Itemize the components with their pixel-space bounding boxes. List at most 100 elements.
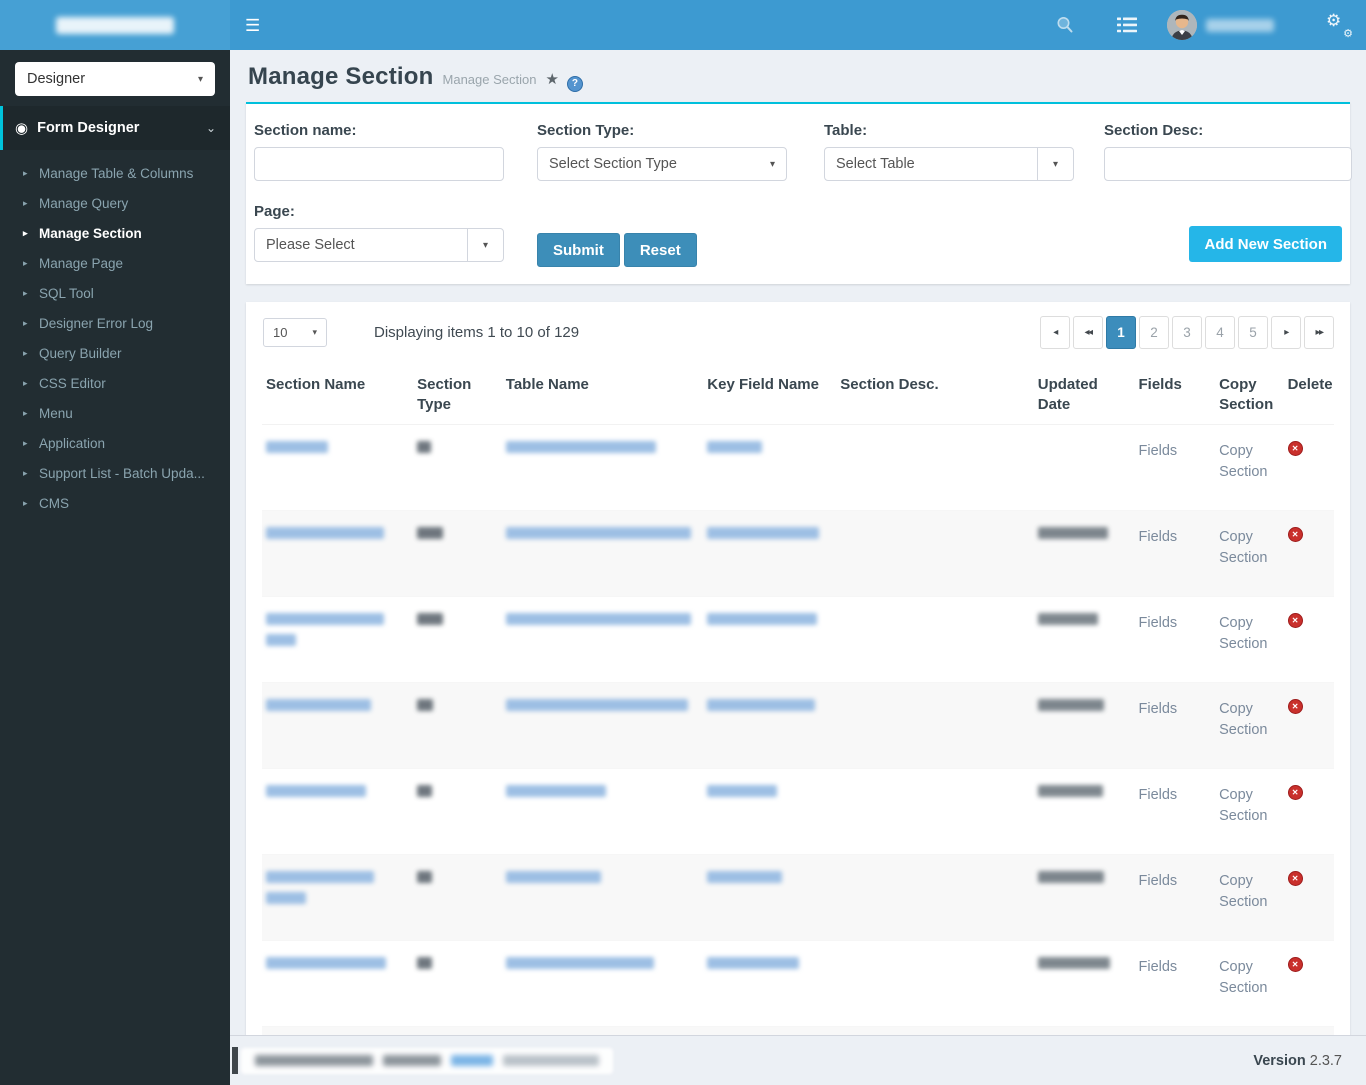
sidebar-item-manage-section[interactable]: ▸ Manage Section xyxy=(0,218,230,248)
module-select-value: Designer xyxy=(27,71,86,87)
prev-page-button[interactable]: ◂ xyxy=(1040,316,1070,349)
delete-icon[interactable]: ✕ xyxy=(1287,870,1303,886)
menu-arrow-icon: ▸ xyxy=(23,287,28,298)
copy-section-link[interactable]: Copy Section xyxy=(1219,959,1267,996)
section-desc-input[interactable] xyxy=(1104,147,1352,181)
user-menu[interactable] xyxy=(1167,10,1274,40)
fields-link[interactable]: Fields xyxy=(1138,615,1177,631)
cell-delete: ✕ xyxy=(1283,596,1334,683)
page-button-4[interactable]: 4 xyxy=(1205,316,1235,349)
copy-section-link[interactable]: Copy Section xyxy=(1219,701,1267,738)
sidebar-item-label: Manage Page xyxy=(39,255,124,271)
section-type-redacted xyxy=(417,698,434,711)
section-type-redacted xyxy=(417,870,433,883)
sidebar-item-manage-table-columns[interactable]: ▸ Manage Table & Columns xyxy=(0,158,230,188)
settings-gears-icon[interactable]: ⚙ ⚙ xyxy=(1326,11,1353,40)
navbar: ☰ ⚙ ⚙ xyxy=(230,0,1366,50)
bullseye-icon: ◉ xyxy=(15,119,29,137)
section-type-redacted xyxy=(417,612,444,625)
version-value: 2.3.7 xyxy=(1309,1052,1342,1069)
sidebar-item-support-list-batch-upda[interactable]: ▸ Support List - Batch Upda... xyxy=(0,458,230,488)
sidebar-item-manage-page[interactable]: ▸ Manage Page xyxy=(0,248,230,278)
delete-icon[interactable]: ✕ xyxy=(1287,440,1303,456)
status-text-redacted xyxy=(383,1055,441,1066)
section-name-link-redacted xyxy=(266,698,371,711)
main-content: Manage Section Manage Section ★ ? Sectio… xyxy=(230,50,1366,1044)
fields-link[interactable]: Fields xyxy=(1138,873,1177,889)
copy-section-link[interactable]: Copy Section xyxy=(1219,529,1267,566)
key-field-link-redacted xyxy=(707,784,778,797)
footer: Version 2.3.7 xyxy=(230,1035,1366,1085)
delete-icon[interactable]: ✕ xyxy=(1287,698,1303,714)
first-page-button[interactable]: ◂◂ xyxy=(1073,316,1103,349)
fields-link[interactable]: Fields xyxy=(1138,787,1177,803)
sidebar-item-label: SQL Tool xyxy=(39,285,94,301)
fields-link[interactable]: Fields xyxy=(1138,443,1177,459)
delete-icon[interactable]: ✕ xyxy=(1287,526,1303,542)
page-button-1[interactable]: 1 xyxy=(1106,316,1136,349)
pagination: ◂ ◂◂ 1 2 3 4 5 ▸ ▸▸ xyxy=(1037,316,1334,349)
sidebar-item-manage-query[interactable]: ▸ Manage Query xyxy=(0,188,230,218)
page-size-select[interactable]: 10 ▾ xyxy=(263,318,327,347)
fields-link[interactable]: Fields xyxy=(1138,959,1177,975)
page-select[interactable]: Please Select ▾ xyxy=(254,228,504,262)
add-new-section-button[interactable]: Add New Section xyxy=(1189,226,1342,262)
sidebar-item-menu[interactable]: ▸ Menu xyxy=(0,398,230,428)
help-icon[interactable]: ? xyxy=(566,75,583,92)
reset-button[interactable]: Reset xyxy=(623,233,697,267)
last-page-button[interactable]: ▸▸ xyxy=(1304,316,1334,349)
cell-key-field-name xyxy=(703,768,837,855)
section-name-link-redacted xyxy=(266,633,296,646)
column-header-copy-section: Copy Section xyxy=(1215,365,1284,425)
submit-button[interactable]: Submit xyxy=(537,233,620,267)
cell-key-field-name xyxy=(703,940,837,1027)
section-name-input[interactable] xyxy=(254,147,504,181)
delete-icon[interactable]: ✕ xyxy=(1287,956,1303,972)
sidebar-item-query-builder[interactable]: ▸ Query Builder xyxy=(0,338,230,368)
sidebar-item-css-editor[interactable]: ▸ CSS Editor xyxy=(0,368,230,398)
fields-link[interactable]: Fields xyxy=(1138,529,1177,545)
breadcrumb: Manage Section xyxy=(442,72,537,87)
sidebar-toggle-icon[interactable]: ☰ xyxy=(245,17,260,34)
section-name-link-redacted xyxy=(266,440,328,453)
copy-section-link[interactable]: Copy Section xyxy=(1219,873,1267,910)
copy-section-link[interactable]: Copy Section xyxy=(1219,443,1267,480)
status-handle[interactable] xyxy=(232,1047,238,1074)
sidebar-item-application[interactable]: ▸ Application xyxy=(0,428,230,458)
sidebar-item-sql-tool[interactable]: ▸ SQL Tool xyxy=(0,278,230,308)
fields-link[interactable]: Fields xyxy=(1138,701,1177,717)
favorite-star-icon[interactable]: ★ xyxy=(545,70,558,88)
next-page-button[interactable]: ▸ xyxy=(1271,316,1301,349)
sidebar-item-label: Manage Table & Columns xyxy=(39,165,194,181)
filter-panel: Section name: Section Type: Select Secti… xyxy=(246,102,1352,284)
navbar-right: ⚙ ⚙ xyxy=(1055,10,1366,40)
sidebar-item-cms[interactable]: ▸ CMS xyxy=(0,488,230,518)
page-button-5[interactable]: 5 xyxy=(1238,316,1268,349)
sidebar-item-designer-error-log[interactable]: ▸ Designer Error Log xyxy=(0,308,230,338)
table-select[interactable]: Select Table ▾ xyxy=(824,147,1074,181)
section-name-link-redacted xyxy=(266,891,306,904)
copy-section-link[interactable]: Copy Section xyxy=(1219,787,1267,824)
user-avatar xyxy=(1167,10,1197,40)
menu-arrow-icon: ▸ xyxy=(23,227,28,238)
tasks-list-icon[interactable] xyxy=(1117,17,1137,33)
cell-delete: ✕ xyxy=(1283,682,1334,769)
module-select[interactable]: Designer ▾ xyxy=(15,62,215,96)
cell-copy-section: Copy Section xyxy=(1215,510,1284,597)
copy-section-link[interactable]: Copy Section xyxy=(1219,615,1267,652)
cell-updated-date xyxy=(1033,940,1135,1027)
search-icon[interactable] xyxy=(1055,15,1075,35)
page-button-2[interactable]: 2 xyxy=(1139,316,1169,349)
page-button-3[interactable]: 3 xyxy=(1172,316,1202,349)
section-type-select[interactable]: Select Section Type ▾ xyxy=(537,147,787,181)
section-name-label: Section name: xyxy=(254,122,357,139)
sidebar-group-form-designer[interactable]: ◉ Form Designer ⌄ xyxy=(0,106,230,150)
cell-copy-section: Copy Section xyxy=(1215,940,1284,1027)
cell-delete: ✕ xyxy=(1283,940,1334,1027)
delete-icon[interactable]: ✕ xyxy=(1287,612,1303,628)
app-logo[interactable] xyxy=(0,0,230,50)
cell-section-name xyxy=(262,768,414,855)
table-row: Fields Copy Section ✕ xyxy=(262,510,1334,597)
delete-icon[interactable]: ✕ xyxy=(1287,784,1303,800)
status-text-redacted xyxy=(255,1055,373,1066)
